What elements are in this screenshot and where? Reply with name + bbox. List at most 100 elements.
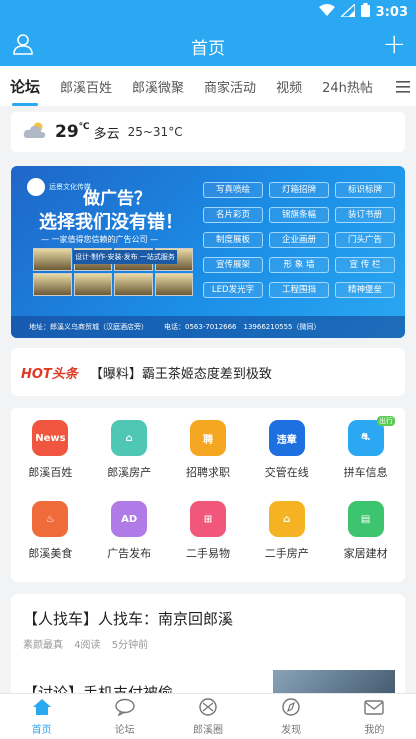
mail-icon (364, 698, 385, 719)
wifi-icon (318, 3, 335, 21)
banner-service: 名片彩页 (203, 207, 263, 223)
hot-headline[interactable]: HOT头条 【曝料】霸王茶姬态度差到极致 (11, 348, 405, 396)
weather-card[interactable]: 29℃ 多云 25~31°C (11, 112, 405, 152)
bottom-nav: 首页 论坛 郎溪圈 发现 我的 (0, 693, 416, 739)
category-label: 郎溪房产 (107, 466, 152, 479)
cloud-icon (23, 121, 47, 143)
feed-title[interactable]: 【人找车】人找车：南京回郎溪 (23, 608, 233, 629)
feed-meta: 素颜最真 4阅读 5分钟前 (23, 636, 156, 651)
banner-service: 宣 传 栏 (335, 257, 395, 273)
compass-icon (281, 697, 301, 719)
banner-service: 装订书册 (335, 207, 395, 223)
category-label: 二手易物 (185, 547, 230, 560)
circle-icon (198, 697, 218, 719)
category-label: 家居建材 (343, 547, 388, 560)
banner-headline-1: 做广告？ (83, 189, 151, 209)
nav-label: 郎溪圈 (193, 724, 223, 736)
tab-video[interactable]: 视频 (276, 77, 302, 96)
nav-item-4[interactable]: 我的 (333, 694, 416, 739)
category-label: 广告发布 (107, 547, 152, 560)
feed-author: 素颜最真 (23, 640, 63, 651)
banner-contact: 地址：郎溪义乌商贸城（汉庭酒店旁） 电话：0563-7012666 139662… (11, 316, 405, 338)
nav-label: 发现 (281, 724, 302, 736)
banner-service: 形 象 墙 (269, 257, 329, 273)
banner-slogan: 设计·制作·安装·发布 一站式服务 (73, 250, 177, 264)
ad-icon: AD (111, 501, 148, 537)
traffic-icon: 违章 (268, 420, 305, 456)
signal-icon (339, 2, 356, 21)
category-item[interactable]: News 郎溪百姓 (11, 420, 90, 496)
banner-logo (27, 178, 45, 196)
banner-service: 制度展板 (203, 232, 263, 248)
banner-service: LED发光字 (203, 282, 263, 298)
tab-hot24[interactable]: 24h热帖 (322, 77, 373, 96)
gift-icon: ⊞ (189, 501, 226, 537)
food-icon: ♨ (32, 501, 69, 537)
tab-forum[interactable]: 论坛 (10, 76, 40, 106)
banner-service: 标识标牌 (335, 182, 395, 198)
banner-services: 写真喷绘 灯箱招牌 标识标牌 名片彩页 锦旗条幅 装订书册 制度展板 企业画册 门头广告 宣传展架… (203, 182, 399, 298)
category-label: 郎溪百姓 (28, 466, 73, 479)
nav-item-3[interactable]: 发现 (250, 694, 333, 739)
banner-address: 地址：郎溪义乌商贸城（汉庭酒店旁） (29, 323, 148, 331)
category-label: 招聘求职 (185, 466, 230, 479)
menu-icon[interactable] (396, 78, 410, 97)
paint-icon: ▤ (347, 501, 384, 537)
banner-service: 宣传展架 (203, 257, 263, 273)
home-icon (32, 698, 52, 719)
tab-langxi-people[interactable]: 郎溪百姓 (60, 77, 112, 96)
tab-merchant[interactable]: 商家活动 (204, 77, 256, 96)
ad-banner[interactable]: 远景文化传媒 做广告？ 选择我们没有错！ — 一家值得您信赖的广告公司 — 设计… (11, 166, 405, 338)
category-label: 郎溪美食 (28, 547, 73, 560)
category-item[interactable]: ⛐ 出行 拼车信息 (326, 416, 405, 496)
banner-headline-2: 选择我们没有错！ (39, 212, 183, 233)
feed-reads: 4阅读 (74, 640, 101, 651)
nav-label: 首页 (31, 724, 52, 736)
category-item[interactable]: ⌂ 二手房产 (247, 501, 326, 577)
category-badge: 出行 (377, 416, 395, 426)
banner-service: 灯箱招牌 (269, 182, 329, 198)
category-item[interactable]: 违章 交管在线 (247, 420, 326, 496)
weather-temp: 29℃ (55, 122, 90, 142)
home-icon: ⌂ (268, 501, 305, 537)
chat-icon (115, 698, 135, 719)
category-grid: News 郎溪百姓 ⌂ 郎溪房产聘招聘求职 违章 交管在线 ⛐ 出行 拼车信息 ♨ 郎溪美食 AD 广告… (11, 408, 405, 582)
banner-phone: 电话：0563-7012666 13966210555（微同） (164, 323, 321, 331)
banner-service: 锦旗条幅 (269, 207, 329, 223)
status-bar: 3:03 (0, 0, 416, 24)
add-icon[interactable]: + (383, 30, 406, 58)
clock: 3:03 (375, 4, 408, 20)
tab-langxi-weiju[interactable]: 郎溪微聚 (132, 77, 184, 96)
page-title: 首页 (191, 39, 225, 59)
banner-tagline: — 一家值得您信赖的广告公司 — (41, 235, 159, 244)
nav-label: 我的 (364, 724, 385, 736)
banner-service: 门头广告 (335, 232, 395, 248)
banner-service: 精神堡垒 (335, 282, 395, 298)
category-item[interactable]: 聘招聘求职 (169, 420, 248, 496)
feed-list: 【人找车】人找车：南京回郎溪 素颜最真 4阅读 5分钟前 【讨论】手机支付被偷 (11, 594, 405, 704)
app-bar: 首页 + (0, 24, 416, 66)
category-label: 交管在线 (264, 466, 309, 479)
category-item[interactable]: ⌂ 郎溪房产 (90, 420, 169, 496)
weather-range: 25~31°C (127, 125, 183, 139)
nav-item-1[interactable]: 论坛 (83, 694, 166, 739)
nav-item-2[interactable]: 郎溪圈 (166, 694, 249, 739)
banner-service: 写真喷绘 (203, 182, 263, 198)
category-item[interactable]: AD 广告发布 (90, 501, 169, 577)
news-icon: News (32, 420, 69, 456)
house-icon: ⌂ (111, 420, 148, 456)
status-icons: 3:03 (318, 2, 408, 21)
category-item[interactable]: ⊞ 二手易物 (169, 501, 248, 577)
hot-logo: HOT头条 (21, 366, 78, 382)
category-item[interactable]: ♨ 郎溪美食 (11, 501, 90, 577)
nav-label: 论坛 (114, 724, 135, 736)
category-label: 拼车信息 (343, 466, 388, 479)
category-label: 二手房产 (264, 547, 309, 560)
tab-bar: 论坛 郎溪百姓 郎溪微聚 商家活动 视频 24h热帖 (0, 66, 416, 106)
feed-time: 5分钟前 (111, 640, 149, 651)
hire-icon: 聘 (189, 420, 226, 456)
nav-item-0[interactable]: 首页 (0, 694, 83, 739)
hot-text: 【曝料】霸王茶姬态度差到极致 (89, 366, 272, 382)
banner-service: 工程围挡 (269, 282, 329, 298)
category-item[interactable]: ▤ 家居建材 (326, 501, 405, 577)
